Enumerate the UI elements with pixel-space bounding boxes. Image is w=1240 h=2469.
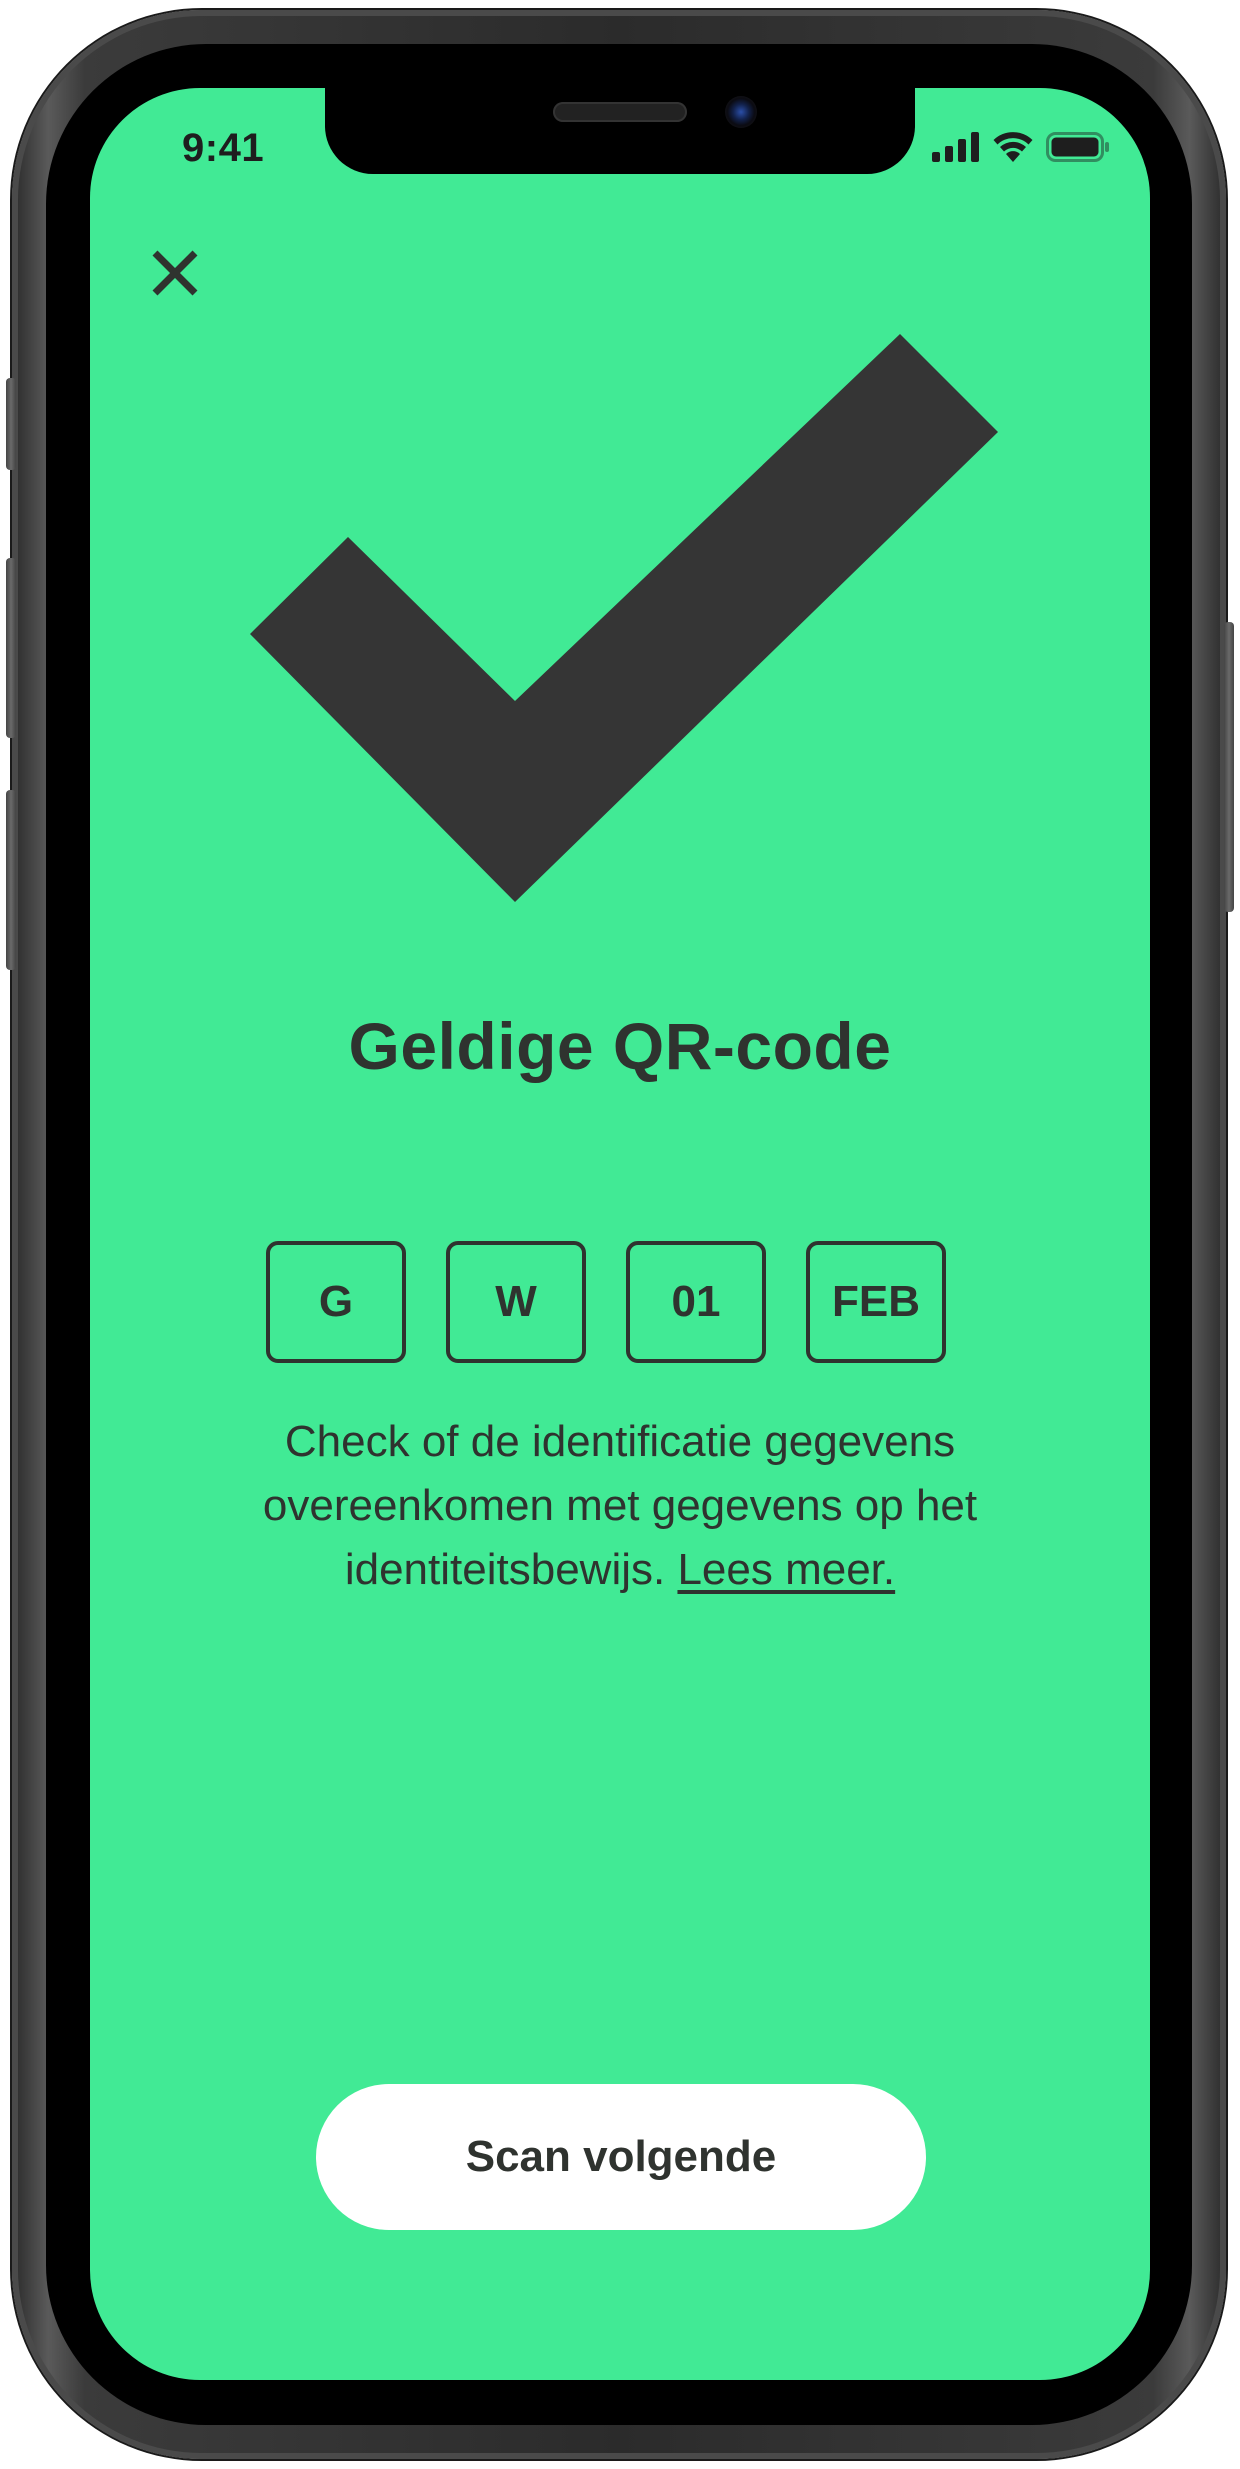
checkmark-icon [250,334,998,902]
status-time: 9:41 [182,126,265,170]
cellular-signal-icon [932,132,979,162]
close-button[interactable] [140,238,210,308]
scan-next-button[interactable]: Scan volgende [316,2084,926,2230]
front-camera [725,96,757,128]
app-screen: 9:41 Geldige QR-code G W 01 FEB Check of… [90,88,1150,2380]
result-title: Geldige QR-code [348,1009,892,1083]
wifi-icon [993,132,1033,162]
earpiece-speaker [553,102,687,122]
close-icon [152,250,198,296]
identity-code-initial-last: W [446,1241,586,1363]
identity-code-initial-first: G [266,1241,406,1363]
device-mockup: 9:41 Geldige QR-code G W 01 FEB Check of… [0,0,1240,2469]
identity-code-birth-month: FEB [806,1241,946,1363]
power-button [1224,622,1234,912]
identity-code-birth-day: 01 [626,1241,766,1363]
silent-switch [6,378,16,470]
notch [325,88,915,174]
battery-icon [1046,132,1109,162]
identity-code-row: G W 01 FEB [266,1241,946,1363]
volume-down-button [6,790,16,970]
read-more-link[interactable]: Lees meer. [677,1545,895,1594]
volume-up-button [6,558,16,738]
instruction-text: Check of de identificatie gegevens overe… [190,1410,1050,1602]
status-icons [932,132,1110,162]
